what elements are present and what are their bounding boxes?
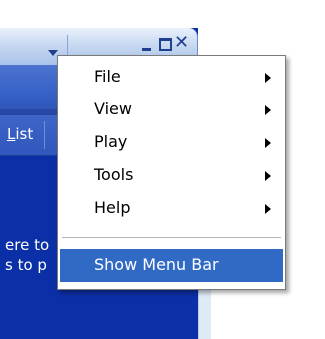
menu-item-label: Show Menu Bar [94,255,219,274]
menu-separator [62,237,281,238]
screen: ✕ List ere to s to p File View Play Tool… [0,0,325,339]
menu-item-label: Tools [94,165,134,184]
close-icon[interactable]: ✕ [174,34,189,52]
submenu-arrow-icon [265,138,271,148]
maximize-icon[interactable] [158,37,173,52]
menu-item-label: View [94,99,132,118]
menu-item-view[interactable]: View [60,94,283,126]
tab-divider [44,121,45,149]
panel-instruction-line-1: ere to [5,236,50,254]
menu-item-label: File [94,67,121,86]
menu-item-play[interactable]: Play [60,127,283,159]
menu-item-help[interactable]: Help [60,193,283,225]
tab-list-label-rest: ist [15,125,34,143]
submenu-arrow-icon [265,171,271,181]
panel-instruction-line-2: s to p [5,256,47,274]
menu-item-label: Play [94,132,128,151]
minimize-icon[interactable] [140,37,155,52]
tab-list[interactable]: List [7,125,33,143]
menu-item-show-menu-bar[interactable]: Show Menu Bar [60,249,283,282]
submenu-arrow-icon [265,204,271,214]
menu-item-label: Help [94,198,131,217]
submenu-arrow-icon [265,105,271,115]
menu-item-file[interactable]: File [60,62,283,94]
context-menu: File View Play Tools Help Show Menu Bar [57,55,286,290]
menu-item-tools[interactable]: Tools [60,160,283,192]
submenu-arrow-icon [265,73,271,83]
